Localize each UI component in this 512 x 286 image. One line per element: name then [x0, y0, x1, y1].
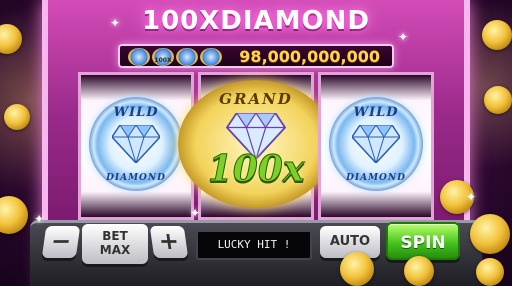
wild-diamond-symbol: WILD DIAMOND: [329, 97, 423, 191]
coin-icon: [482, 20, 512, 50]
mini-diamond-icon: [176, 48, 198, 66]
sparkle-icon: ✦: [190, 206, 201, 220]
mini-diamond-label: 100X: [154, 57, 172, 64]
game-title: 100XDIAMOND: [141, 6, 370, 36]
coin-icon: [4, 104, 30, 130]
bet-max-line1: BET: [102, 229, 128, 243]
coin-icon: [484, 86, 512, 114]
diamond-label: DIAMOND: [346, 173, 406, 183]
decrease-bet-button[interactable]: −: [41, 226, 81, 258]
diamond-icon: [352, 125, 400, 163]
diamond-icon: [112, 125, 160, 163]
wild-label: WILD: [113, 105, 159, 120]
bet-max-line2: MAX: [99, 243, 131, 257]
grand-100x-symbol: GRAND 100x: [178, 80, 334, 208]
jackpot-value: 98,000,000,000: [239, 47, 380, 66]
coin-icon: [470, 214, 510, 254]
multiplier-label: 100x: [207, 148, 305, 191]
spin-button[interactable]: SPIN: [386, 222, 460, 260]
sparkle-icon: ✦: [34, 212, 45, 226]
sparkle-icon: ✦: [466, 190, 477, 204]
coin-icon: [404, 256, 434, 286]
message-display: LUCKY HIT !: [196, 230, 312, 260]
increase-bet-button[interactable]: +: [149, 226, 189, 258]
reel-3: WILD DIAMOND: [318, 72, 434, 220]
wild-diamond-symbol: WILD DIAMOND: [89, 97, 183, 191]
coin-icon: [476, 258, 504, 286]
sparkle-icon: ✦: [110, 16, 121, 30]
mini-diamond-icon: [128, 48, 150, 66]
reel-1: WILD DIAMOND: [78, 72, 194, 220]
jackpot-bar: 100X 98,000,000,000: [118, 44, 394, 68]
sparkle-icon: ✦: [398, 30, 409, 44]
mini-diamond-icon: [200, 48, 222, 66]
wild-label: WILD: [353, 105, 399, 120]
diamond-label: DIAMOND: [106, 173, 166, 183]
coin-icon: [340, 252, 374, 286]
bet-max-button[interactable]: BET MAX: [82, 224, 148, 264]
grand-label: GRAND: [219, 90, 293, 108]
